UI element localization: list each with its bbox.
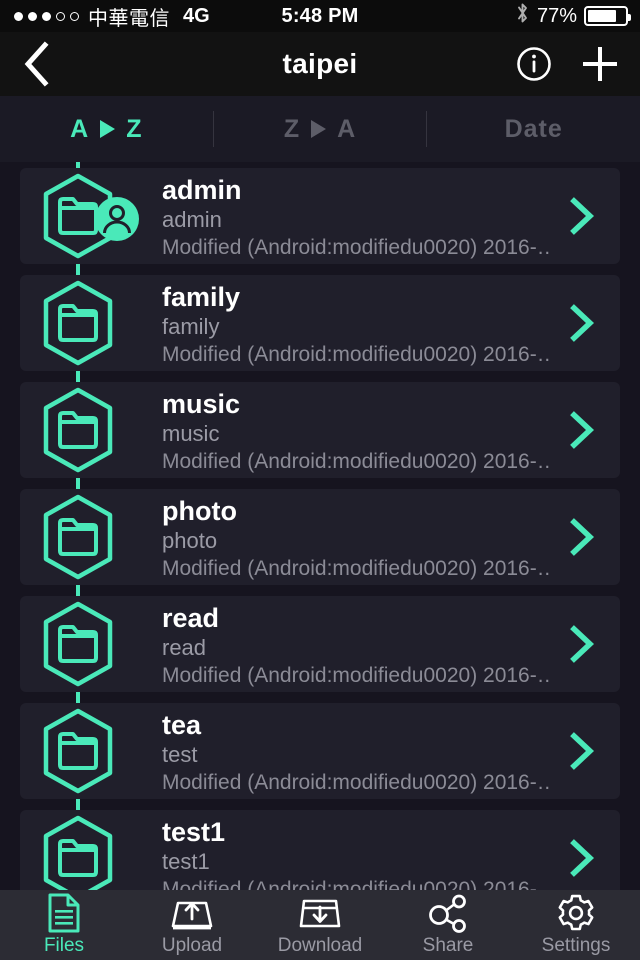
sort-az-right-label: Z (126, 114, 143, 143)
file-item-title: test1 (162, 817, 226, 847)
tab-settings[interactable]: Settings (512, 890, 640, 960)
file-item-disclosure-button[interactable] (562, 196, 602, 236)
chevron-right-icon (570, 304, 595, 342)
tab-upload-label: Upload (161, 935, 223, 956)
file-item-subtitle: test1 (162, 849, 210, 874)
chevron-right-icon (570, 839, 595, 877)
file-item-title: read (162, 603, 220, 633)
file-item-modified: Modified (Android:modifiedu0020) 2016-… (162, 343, 550, 366)
tab-download-label: Download (277, 935, 363, 956)
sort-za-left-label: Z (283, 114, 301, 143)
bluetooth-icon (515, 2, 530, 30)
file-item-title: music (162, 389, 241, 419)
sort-bar: A Z Z A Date (0, 96, 640, 162)
folder-hexagon-icon (43, 708, 113, 794)
folder-hexagon-icon-wrap (38, 707, 118, 795)
sort-z-to-a-button[interactable]: Z A (214, 96, 427, 162)
file-item-subtitle: music (162, 421, 220, 446)
file-item-title: tea (162, 710, 202, 740)
file-item-subtitle: admin (162, 207, 222, 232)
status-bar: 中華電信 4G 5:48 PM 77% (0, 0, 640, 32)
file-item-disclosure-button[interactable] (562, 517, 602, 557)
battery-percent-label: 77% (536, 4, 577, 27)
plus-icon (583, 47, 617, 81)
file-item-text: read read Modified (Android:modifiedu0020)… (162, 602, 550, 690)
file-item-disclosure-button[interactable] (562, 303, 602, 343)
info-button[interactable] (512, 42, 556, 86)
sort-date-button[interactable]: Date (427, 96, 640, 162)
file-item-text: admin admin Modified (Android:modifiedu002… (162, 174, 550, 262)
file-item-text: music music Modified (Android:modifiedu002… (162, 388, 550, 476)
file-item-text: family family Modified (Android:modifiedu0… (162, 281, 550, 369)
sort-date-label: Date (504, 114, 563, 143)
file-item-modified: Modified (Android:modifiedu0020) 2016-… (162, 236, 550, 259)
user-badge-icon (95, 197, 139, 241)
chevron-right-icon (570, 625, 595, 663)
file-item-disclosure-button[interactable] (562, 838, 602, 878)
folder-hexagon-icon-wrap (38, 600, 118, 688)
info-circle-icon (517, 47, 551, 81)
tab-files[interactable]: Files (0, 890, 128, 960)
tab-upload[interactable]: Upload (128, 890, 256, 960)
file-item-modified: Modified (Android:modifiedu0020) 2016-… (162, 557, 550, 580)
file-item-text: test1 test1 Modified (Android:modifiedu002… (162, 816, 550, 890)
file-item-modified: Modified (Android:modifiedu0020) 2016-… (162, 771, 550, 794)
folder-hexagon-icon (43, 494, 113, 580)
shared-folder-badge (94, 196, 140, 242)
file-item-disclosure-button[interactable] (562, 624, 602, 664)
file-item-subtitle: family (162, 314, 220, 339)
tab-share-label: Share (422, 935, 474, 956)
file-item-text: tea test Modified (Android:modifiedu0020) … (162, 709, 550, 797)
folder-hexagon-icon-wrap (38, 386, 118, 474)
file-list[interactable]: admin admin Modified (Android:modifiedu002… (0, 162, 640, 890)
file-item-subtitle: read (162, 635, 207, 660)
chevron-right-icon (570, 732, 595, 770)
upload-tray-icon (170, 893, 214, 933)
file-item-disclosure-button[interactable] (562, 410, 602, 450)
tab-bar: Files Upload Download Share Settings (0, 890, 640, 960)
document-icon (47, 893, 81, 933)
chevron-right-icon (570, 518, 595, 556)
share-nodes-icon (426, 893, 470, 933)
folder-hexagon-icon (43, 815, 113, 890)
chevron-right-icon (570, 197, 595, 235)
folder-hexagon-icon (43, 387, 113, 473)
battery-icon (584, 6, 631, 26)
file-item-text: photo photo Modified (Android:modifiedu002… (162, 495, 550, 583)
tab-files-label: Files (43, 935, 85, 956)
sort-a-to-z-button[interactable]: A Z (0, 96, 213, 162)
file-item-modified: Modified (Android:modifiedu0020) 2016-… (162, 878, 550, 890)
app-screen: 中華電信 4G 5:48 PM 77% taipei A Z Z A Date … (0, 0, 640, 960)
download-tray-icon (298, 893, 342, 933)
file-item-title: photo (162, 496, 237, 526)
file-item-subtitle: test (162, 742, 198, 767)
add-button[interactable] (576, 40, 624, 88)
tab-download[interactable]: Download (256, 890, 384, 960)
sort-za-right-label: A (337, 114, 357, 143)
tab-share[interactable]: Share (384, 890, 512, 960)
status-bar-right: 77% (515, 2, 631, 30)
folder-hexagon-icon-wrap (38, 279, 118, 367)
folder-hexagon-icon-wrap (38, 493, 118, 581)
file-item-title: family (162, 282, 241, 312)
file-item-modified: Modified (Android:modifiedu0020) 2016-… (162, 450, 550, 473)
tab-settings-label: Settings (541, 935, 611, 956)
arrow-right-icon (100, 120, 116, 138)
chevron-right-icon (570, 411, 595, 449)
file-item-subtitle: photo (162, 528, 218, 553)
folder-hexagon-icon (43, 601, 113, 687)
folder-hexagon-icon (43, 280, 113, 366)
file-item-modified: Modified (Android:modifiedu0020) 2016-… (162, 664, 550, 687)
file-item-title: admin (162, 175, 242, 205)
sort-az-left-label: A (70, 114, 90, 143)
gear-icon (555, 893, 597, 933)
navigation-bar: taipei (0, 32, 640, 96)
folder-hexagon-icon-wrap (38, 814, 118, 890)
arrow-right-icon (311, 120, 327, 138)
file-item-disclosure-button[interactable] (562, 731, 602, 771)
